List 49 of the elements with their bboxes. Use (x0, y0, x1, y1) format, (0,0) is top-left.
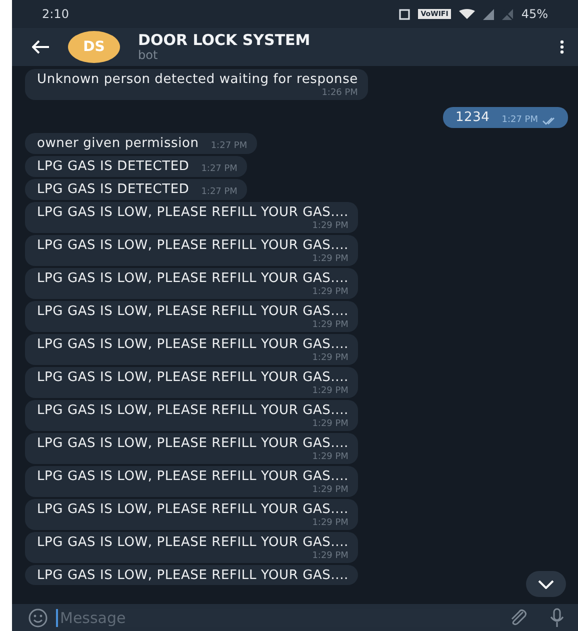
status-time: 2:10 (42, 7, 69, 21)
message-text: LPG GAS IS LOW, PLEASE REFILL YOUR GAS.... (37, 304, 348, 320)
message-text: LPG GAS IS LOW, PLEASE REFILL YOUR GAS.... (37, 469, 348, 485)
message-text: owner given permission (37, 136, 199, 152)
message-text: LPG GAS IS LOW, PLEASE REFILL YOUR GAS.... (37, 535, 348, 551)
message-time: 1:29 PM (312, 518, 348, 529)
signal-icon (483, 8, 494, 20)
chat-title: DOOR LOCK SYSTEM (138, 32, 312, 49)
emoji-button[interactable] (28, 608, 48, 628)
message-time: 1:27 PM (502, 115, 538, 126)
message-time: 1:29 PM (312, 452, 348, 463)
message-text: LPG GAS IS LOW, PLEASE REFILL YOUR GAS.... (37, 568, 348, 584)
message-time: 1:29 PM (312, 320, 348, 331)
message-text: LPG GAS IS LOW, PLEASE REFILL YOUR GAS.... (37, 370, 348, 386)
menu-button[interactable] (560, 40, 564, 54)
no-sim-icon (502, 8, 514, 20)
message-time: 1:29 PM (312, 386, 348, 397)
chevron-down-icon (538, 580, 554, 588)
scroll-down-button[interactable] (526, 571, 566, 597)
message-time: 1:27 PM (201, 164, 238, 175)
message-text: LPG GAS IS LOW, PLEASE REFILL YOUR GAS.... (37, 436, 348, 452)
battery-level: 45% (521, 7, 548, 21)
wifi-icon (459, 9, 476, 19)
message-text: LPG GAS IS DETECTED (37, 182, 190, 198)
back-button[interactable] (32, 40, 50, 54)
message-text: LPG GAS IS LOW, PLEASE REFILL YOUR GAS.... (37, 271, 348, 287)
message-text: LPG GAS IS LOW, PLEASE REFILL YOUR GAS.... (37, 238, 348, 254)
message-time: 1:29 PM (312, 287, 348, 298)
message-time: 1:27 PM (201, 187, 238, 198)
message-text: 1234 (455, 110, 490, 126)
message-text: Unknown person detected waiting for response (37, 72, 358, 88)
avatar: DS (68, 31, 120, 63)
square-icon (398, 8, 410, 20)
message-time: 1:29 PM (312, 485, 348, 496)
message-text: LPG GAS IS LOW, PLEASE REFILL YOUR GAS.... (37, 337, 348, 353)
message-time: 1:29 PM (312, 254, 348, 265)
chat-subtitle: bot (138, 49, 159, 62)
message-composer[interactable]: Message (12, 604, 578, 631)
message-time: 1:26 PM (322, 88, 358, 99)
message-time: 1:29 PM (312, 353, 348, 364)
message-text: LPG GAS IS DETECTED (37, 159, 190, 175)
message-text: LPG GAS IS LOW, PLEASE REFILL YOUR GAS.... (37, 205, 348, 221)
microphone-button[interactable] (550, 608, 564, 628)
message-time: 1:27 PM (210, 141, 248, 152)
message-text: LPG GAS IS LOW, PLEASE REFILL YOUR GAS.... (37, 403, 348, 419)
message-time: 1:29 PM (312, 221, 348, 232)
message-text: LPG GAS IS LOW, PLEASE REFILL YOUR GAS.... (37, 502, 348, 518)
message-time: 1:29 PM (312, 551, 348, 562)
message-time: 1:29 PM (312, 419, 348, 430)
